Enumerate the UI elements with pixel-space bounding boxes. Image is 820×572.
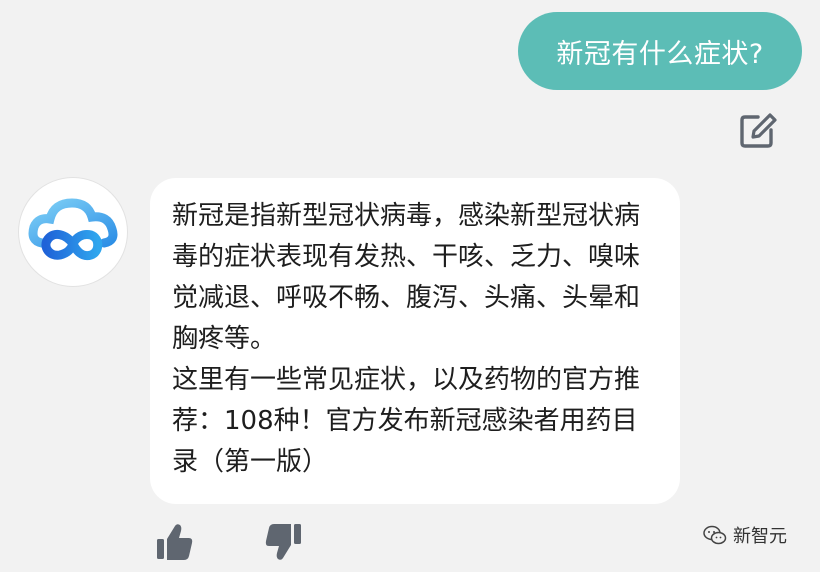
cloud-infinity-logo xyxy=(28,198,118,261)
edit-icon xyxy=(740,113,777,148)
like-button[interactable] xyxy=(156,522,194,562)
thumbs-down-icon xyxy=(265,524,301,560)
thumbs-up-icon xyxy=(157,524,193,560)
bot-message-bubble: 新冠是指新型冠状病毒，感染新型冠状病毒的症状表现有发热、干咳、乏力、嗅味觉减退、… xyxy=(150,178,680,504)
bot-message-paragraph: 这里有一些常见症状，以及药物的官方推荐：108种！官方发布新冠感染者用药目录（第… xyxy=(172,365,641,477)
watermark: 新智元 xyxy=(703,522,787,548)
bot-avatar xyxy=(18,177,128,287)
dislike-button[interactable] xyxy=(264,522,302,562)
edit-message-button[interactable] xyxy=(737,110,779,152)
user-message-bubble: 新冠有什么症状? xyxy=(518,12,802,90)
bot-message-paragraph: 新冠是指新型冠状病毒，感染新型冠状病毒的症状表现有发热、干咳、乏力、嗅味觉减退、… xyxy=(172,201,641,354)
watermark-text: 新智元 xyxy=(733,526,787,547)
user-message-text: 新冠有什么症状? xyxy=(556,38,764,70)
wechat-icon xyxy=(703,525,727,545)
